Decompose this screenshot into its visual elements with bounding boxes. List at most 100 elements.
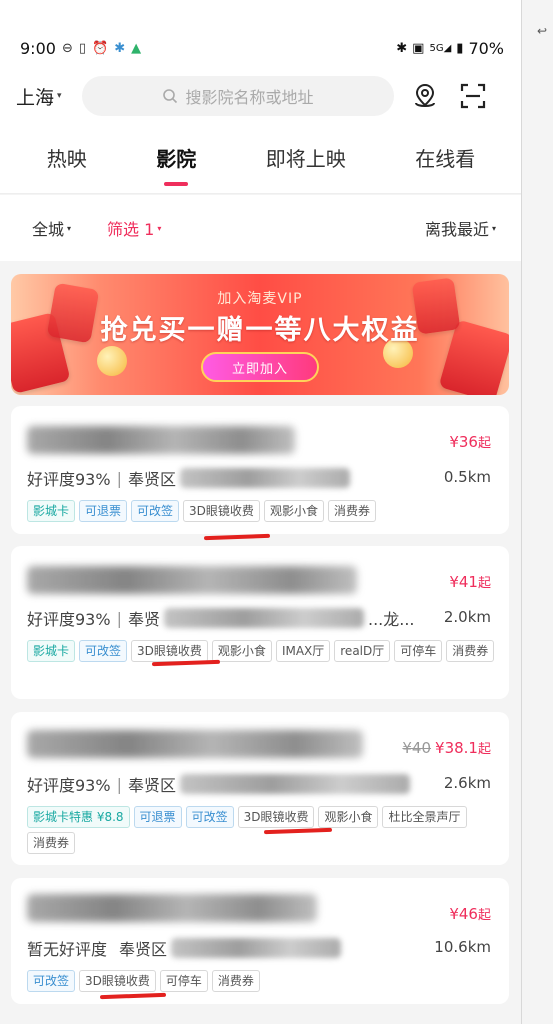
tag: 可改签 bbox=[79, 640, 128, 662]
screen-filter[interactable]: 筛选 1 ▾ bbox=[107, 216, 161, 240]
sort-filter[interactable]: 离我最近 ▾ bbox=[425, 216, 496, 240]
coin-decoration bbox=[97, 346, 127, 376]
cinema-name-redacted bbox=[27, 730, 363, 758]
tag-3d-glasses-fee: 3D眼镜收费 bbox=[79, 970, 156, 992]
cinema-name-redacted bbox=[27, 426, 295, 454]
price-value: ¥36 bbox=[449, 433, 478, 451]
scan-icon[interactable] bbox=[456, 79, 490, 113]
cinema-price: ¥46起 bbox=[449, 904, 491, 923]
5g-signal-icon: 5G◢ bbox=[429, 43, 452, 54]
cinema-card[interactable]: ¥41起 好评度93% | 奉贤 ...龙... 2.0km 影城卡 可改签 3… bbox=[11, 546, 509, 699]
cinema-district: 奉贤区 bbox=[119, 940, 168, 959]
cinema-rating: 好评度93% bbox=[27, 470, 111, 489]
tag: 可停车 bbox=[394, 640, 443, 662]
cinema-rating: 暂无好评度 bbox=[27, 940, 108, 959]
cinema-distance: 2.0km bbox=[443, 608, 491, 626]
tag: 可退票 bbox=[133, 806, 182, 828]
price-value: ¥46 bbox=[449, 905, 478, 923]
cinema-meta: 暂无好评度 奉贤区 bbox=[27, 936, 342, 960]
tag: 消费券 bbox=[211, 970, 260, 992]
tag: 杜比全景声厅 bbox=[382, 806, 467, 828]
cinema-distance: 10.6km bbox=[434, 938, 491, 956]
alarm-icon: ⏰ bbox=[92, 41, 109, 56]
tag: 可停车 bbox=[159, 970, 208, 992]
sort-filter-label: 离我最近 bbox=[424, 220, 489, 239]
bluetooth-icon: ✱ bbox=[396, 41, 408, 56]
status-left: 9:00 ⊖ ▯ ⏰ ✱ ▲ bbox=[20, 39, 141, 58]
search-input[interactable]: 搜影院名称或地址 bbox=[81, 76, 394, 116]
tag-3d-glasses-fee: 3D眼镜收费 bbox=[183, 500, 260, 522]
cinema-meta: 好评度93% | 奉贤区 bbox=[27, 466, 350, 490]
price-suffix: 起 bbox=[477, 742, 491, 757]
join-vip-button[interactable]: 立即加入 bbox=[201, 352, 319, 382]
cinema-address-tail: ...龙... bbox=[367, 610, 415, 629]
tab-hot[interactable]: 热映 bbox=[41, 143, 93, 172]
search-icon bbox=[162, 89, 177, 104]
cinema-price: ¥41起 bbox=[449, 572, 491, 591]
main-tabs: 热映 影院 即将上映 在线看 bbox=[0, 122, 521, 194]
battery-level: 70% bbox=[468, 39, 504, 58]
location-pin-icon[interactable] bbox=[408, 79, 442, 113]
status-right: ✱ ▣ 5G◢ ▮ 70% bbox=[396, 39, 504, 58]
tag-3d-glasses-fee: 3D眼镜收费 bbox=[131, 640, 208, 662]
tag: 可改签 bbox=[185, 806, 234, 828]
area-filter[interactable]: 全城 ▾ bbox=[32, 216, 71, 240]
battery-icon: ▮ bbox=[456, 41, 464, 56]
cinema-distance: 2.6km bbox=[443, 774, 491, 792]
cinema-price: ¥40 ¥38.1起 bbox=[402, 738, 491, 757]
bluetooth-small-icon: ✱ bbox=[114, 41, 126, 56]
tag: 可退票 bbox=[79, 500, 128, 522]
price-value: ¥38.1 bbox=[435, 739, 478, 757]
price-value: ¥41 bbox=[449, 573, 478, 591]
cinema-name-redacted bbox=[27, 566, 357, 594]
cinema-card[interactable]: ¥40 ¥38.1起 好评度93% | 奉贤区 2.6km 影城卡特惠 ¥8.8 … bbox=[11, 712, 509, 865]
cinema-tags: 影城卡特惠 ¥8.8 可退票 可改签 3D眼镜收费 观影小食 杜比全景声厅 消费… bbox=[27, 806, 497, 854]
vibrate-icon: ▯ bbox=[78, 41, 86, 56]
vip-promo-banner[interactable]: 加入淘麦VIP 抢兑买一赠一等八大权益 立即加入 bbox=[11, 274, 509, 395]
meta-separator: | bbox=[116, 774, 122, 794]
screen-filter-label: 筛选 1 bbox=[107, 220, 155, 239]
tab-online[interactable]: 在线看 bbox=[409, 143, 481, 172]
tag: 影城卡 bbox=[27, 640, 76, 662]
cinema-card[interactable]: ¥46起 暂无好评度 奉贤区 10.6km 可改签 3D眼镜收费 可停车 消费券 bbox=[11, 878, 509, 1004]
tag: IMAX厅 bbox=[275, 640, 331, 662]
app-notification-icon: ▲ bbox=[131, 41, 142, 56]
banner-subtitle: 加入淘麦VIP bbox=[217, 291, 303, 307]
tag: 影城卡 bbox=[27, 500, 76, 522]
top-header: 上海 ▾ 搜影院名称或地址 bbox=[0, 70, 521, 122]
city-name: 上海 bbox=[16, 86, 55, 109]
meta-separator: | bbox=[116, 468, 122, 488]
cinema-tags: 影城卡 可改签 3D眼镜收费 观影小食 IMAX厅 realD厅 可停车 消费券 bbox=[27, 640, 497, 662]
cinema-tags: 可改签 3D眼镜收费 可停车 消费券 bbox=[27, 970, 497, 992]
city-selector[interactable]: 上海 ▾ bbox=[16, 83, 62, 110]
tag: 消费券 bbox=[446, 640, 495, 662]
status-bar: 9:00 ⊖ ▯ ⏰ ✱ ▲ ✱ ▣ 5G◢ ▮ 70% bbox=[0, 0, 521, 70]
caret-down-icon: ▾ bbox=[57, 91, 62, 101]
tag: realD厅 bbox=[334, 640, 391, 662]
cinema-tags: 影城卡 可退票 可改签 3D眼镜收费 观影小食 消费券 bbox=[27, 500, 497, 522]
cinema-price: ¥36起 bbox=[449, 432, 491, 451]
price-suffix: 起 bbox=[477, 908, 491, 923]
tab-coming-soon[interactable]: 即将上映 bbox=[260, 143, 352, 172]
caret-down-icon: ▾ bbox=[491, 223, 496, 233]
cinema-address-redacted bbox=[179, 774, 410, 794]
caret-down-icon: ▾ bbox=[67, 223, 72, 233]
cinema-rating: 好评度93% bbox=[27, 776, 111, 795]
nfc-icon: ▣ bbox=[412, 41, 425, 56]
cinema-card[interactable]: ¥36起 好评度93% | 奉贤区 0.5km 影城卡 可退票 可改签 3D眼镜… bbox=[11, 406, 509, 534]
tag: 影城卡特惠 ¥8.8 bbox=[27, 806, 130, 828]
tab-cinemas[interactable]: 影院 bbox=[150, 143, 202, 172]
meta-separator: | bbox=[116, 608, 122, 628]
banner-title: 抢兑买一赠一等八大权益 bbox=[100, 315, 420, 346]
tag: 可改签 bbox=[27, 970, 76, 992]
cinema-address-redacted bbox=[171, 938, 342, 958]
tag-3d-glasses-fee: 3D眼镜收费 bbox=[237, 806, 315, 828]
minus-circle-icon: ⊖ bbox=[61, 41, 73, 56]
area-filter-label: 全城 bbox=[32, 220, 65, 239]
tag: 观影小食 bbox=[263, 500, 324, 522]
cinema-name-redacted bbox=[27, 894, 317, 922]
tag: 消费券 bbox=[327, 500, 376, 522]
cinema-district: 奉贤区 bbox=[127, 776, 176, 795]
cinema-district: 奉贤区 bbox=[127, 470, 176, 489]
corner-arrow-icon: ↩ bbox=[536, 24, 547, 38]
